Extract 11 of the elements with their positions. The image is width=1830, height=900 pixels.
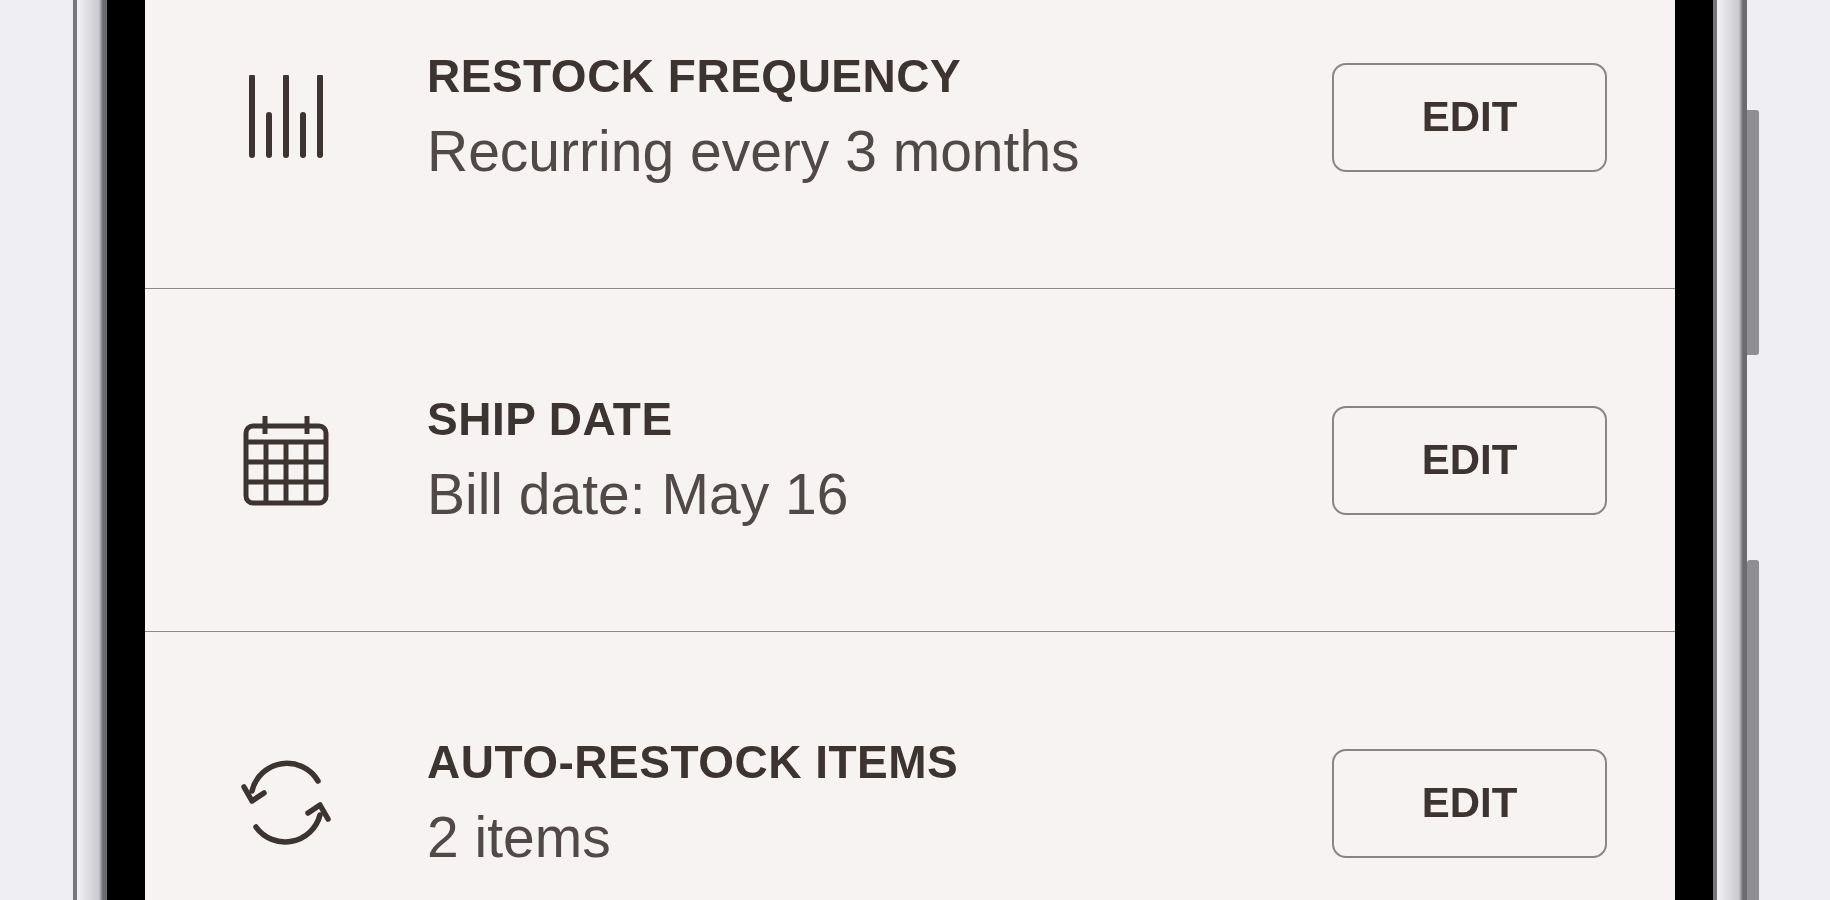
bar-chart-icon [246,75,326,159]
edit-button[interactable]: EDIT [1332,62,1607,172]
edit-button[interactable]: EDIT [1332,748,1607,858]
edit-button[interactable]: EDIT [1332,405,1607,515]
setting-title: SHIP DATE [427,394,674,445]
setting-value: Recurring every 3 months [427,119,1081,183]
setting-title: RESTOCK FREQUENCY [427,51,963,102]
setting-title: AUTO-RESTOCK ITEMS [427,737,960,788]
calendar-icon [243,414,329,506]
setting-value: 2 items [427,805,612,869]
setting-value: Bill date: May 16 [427,462,850,526]
